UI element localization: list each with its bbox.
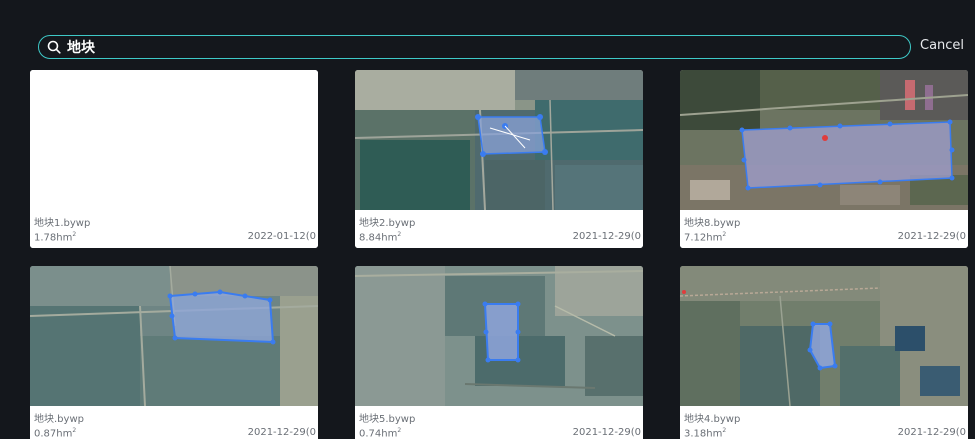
file-date: 2021-12-29(0 — [247, 427, 316, 438]
file-area: 7.12hm2 — [684, 231, 727, 244]
file-area: 0.87hm2 — [34, 427, 77, 439]
file-card[interactable]: 地块5.bywp 0.74hm2 2021-12-29(0 — [355, 266, 643, 439]
file-meta: 地块2.bywp 8.84hm2 2021-12-29(0 — [355, 210, 643, 248]
file-thumbnail — [680, 70, 968, 210]
file-thumbnail — [30, 266, 318, 406]
file-area: 8.84hm2 — [359, 231, 402, 244]
file-card[interactable]: 地块8.bywp 7.12hm2 2021-12-29(0 — [680, 70, 968, 248]
search-input[interactable] — [63, 37, 910, 57]
file-name: 地块8.bywp — [684, 218, 741, 229]
file-card[interactable]: 地块1.bywp 1.78hm2 2022-01-12(0 — [30, 70, 318, 248]
file-meta: 地块4.bywp 3.18hm2 2021-12-29(0 — [680, 406, 968, 439]
search-box[interactable] — [38, 35, 911, 59]
file-thumbnail — [30, 70, 318, 210]
file-thumbnail — [355, 266, 643, 406]
file-date: 2022-01-12(0 — [247, 231, 316, 242]
file-thumbnail — [355, 70, 643, 210]
file-date: 2021-12-29(0 — [572, 231, 641, 242]
search-bar: Cancel — [38, 34, 968, 60]
file-meta: 地块8.bywp 7.12hm2 2021-12-29(0 — [680, 210, 968, 248]
file-card[interactable]: 地块2.bywp 8.84hm2 2021-12-29(0 — [355, 70, 643, 248]
cancel-button[interactable]: Cancel — [920, 38, 964, 53]
file-date: 2021-12-29(0 — [572, 427, 641, 438]
file-name: 地块.bywp — [34, 414, 84, 425]
file-meta: 地块5.bywp 0.74hm2 2021-12-29(0 — [355, 406, 643, 439]
file-search-screen: Cancel 地块1.bywp 1.78hm2 2022-01-12(0 — [0, 0, 975, 439]
file-thumbnail — [680, 266, 968, 406]
search-icon — [45, 38, 63, 56]
file-area: 0.74hm2 — [359, 427, 402, 439]
file-name: 地块1.bywp — [34, 218, 91, 229]
file-grid: 地块1.bywp 1.78hm2 2022-01-12(0 地块2.bywp 8… — [30, 70, 975, 439]
file-name: 地块4.bywp — [684, 414, 741, 425]
file-meta: 地块1.bywp 1.78hm2 2022-01-12(0 — [30, 210, 318, 248]
file-name: 地块5.bywp — [359, 414, 416, 425]
file-card[interactable]: 地块4.bywp 3.18hm2 2021-12-29(0 — [680, 266, 968, 439]
file-date: 2021-12-29(0 — [897, 427, 966, 438]
file-date: 2021-12-29(0 — [897, 231, 966, 242]
file-meta: 地块.bywp 0.87hm2 2021-12-29(0 — [30, 406, 318, 439]
file-area: 1.78hm2 — [34, 231, 77, 244]
file-name: 地块2.bywp — [359, 218, 416, 229]
file-card[interactable]: 地块.bywp 0.87hm2 2021-12-29(0 — [30, 266, 318, 439]
file-area: 3.18hm2 — [684, 427, 727, 439]
